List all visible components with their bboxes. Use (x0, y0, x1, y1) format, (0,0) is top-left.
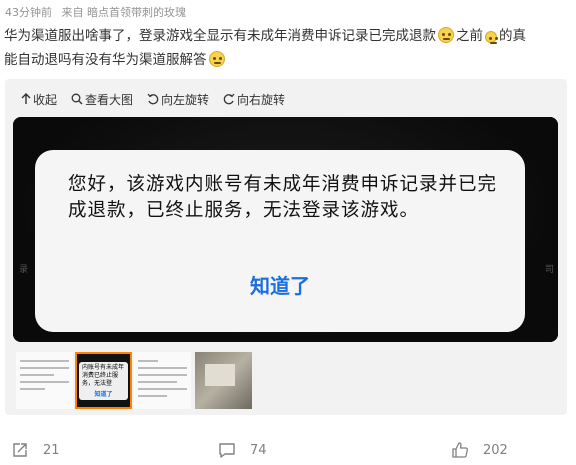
post-time[interactable]: 43分钟前 (5, 6, 52, 19)
collapse-label: 收起 (33, 92, 58, 107)
post-source[interactable]: 来自 暗点首领带刺的玫瑰 (62, 6, 187, 19)
arrow-up-icon (21, 93, 31, 104)
view-large-button[interactable]: 查看大图 (71, 91, 133, 108)
comment-button[interactable]: 74 (218, 441, 267, 459)
thumbnail-4[interactable] (195, 352, 252, 409)
like-button[interactable]: 202 (451, 441, 508, 459)
thumbnail-1[interactable] (16, 352, 73, 409)
thumbnail-2-text: 内账号有未成年消费已终止服务，无法登 (82, 364, 125, 387)
thumbnail-3-content (138, 360, 187, 402)
alert-dialog: 您好，该游戏内账号有未成年消费申诉记录并已完成退款，已终止服务，无法登录该游戏。… (35, 150, 525, 332)
thumbnail-2-selected[interactable]: 内账号有未成年消费已终止服务，无法登 知道了 (75, 352, 132, 409)
magnifier-icon (71, 93, 83, 105)
thumbnail-1-content (20, 360, 69, 395)
awkward-emoji-icon (208, 51, 225, 67)
thumbnail-3[interactable] (134, 352, 191, 409)
thumbnail-2-button: 知道了 (94, 391, 113, 398)
repost-button[interactable]: 21 (11, 441, 60, 459)
image-edge-text-left: 录 (19, 265, 29, 275)
comment-count: 74 (250, 442, 267, 458)
rotate-left-icon (147, 93, 159, 105)
alert-ok-button: 知道了 (250, 274, 310, 298)
image-edge-text-right: 司 (544, 265, 554, 275)
thumbnail-2-dialog: 内账号有未成年消费已终止服务，无法登 知道了 (79, 362, 128, 400)
repost-icon (13, 443, 27, 457)
main-image[interactable]: 录 司 您好，该游戏内账号有未成年消费申诉记录并已完成退款，已终止服务，无法登录… (13, 117, 558, 342)
rotate-right-button[interactable]: 向右旋转 (223, 91, 285, 108)
image-toolbar: 收起 查看大图 向左旋转 向右旋转 (21, 88, 299, 110)
rotate-right-icon (223, 93, 235, 105)
question-emoji-icon (485, 31, 497, 44)
rotate-left-label: 向左旋转 (161, 92, 210, 107)
post-text-line1a: 华为渠道服出啥事了，登录游戏全显示有未成年消费申诉记录已完成退款 (4, 28, 436, 44)
thumbnail-4-photo (195, 352, 252, 409)
like-count: 202 (483, 442, 508, 458)
collapse-button[interactable]: 收起 (21, 91, 57, 108)
post-text-line1b: 之前 (456, 28, 483, 44)
post-footer: 21 74 202 (0, 433, 576, 465)
post-text-line1c: 的真 (499, 28, 526, 44)
post-text-line2: 能自动退吗有没有华为渠道服解答 (4, 52, 207, 68)
alert-message: 您好，该游戏内账号有未成年消费申诉记录并已完成退款，已终止服务，无法登录该游戏。 (68, 174, 498, 221)
thumbnail-strip: 内账号有未成年消费已终止服务，无法登 知道了 (16, 352, 254, 409)
repost-count: 21 (43, 442, 60, 458)
thumbs-up-icon (452, 442, 468, 458)
thinking-emoji-icon (438, 27, 454, 43)
post-meta: 43分钟前 来自 暗点首领带刺的玫瑰 (5, 4, 192, 20)
comment-icon (219, 443, 235, 458)
rotate-left-button[interactable]: 向左旋转 (147, 91, 209, 108)
rotate-right-label: 向右旋转 (237, 92, 286, 107)
post-text: 华为渠道服出啥事了，登录游戏全显示有未成年消费申诉记录已完成退款 之前 的真 能自动… (4, 24, 572, 72)
view-large-label: 查看大图 (85, 92, 134, 107)
